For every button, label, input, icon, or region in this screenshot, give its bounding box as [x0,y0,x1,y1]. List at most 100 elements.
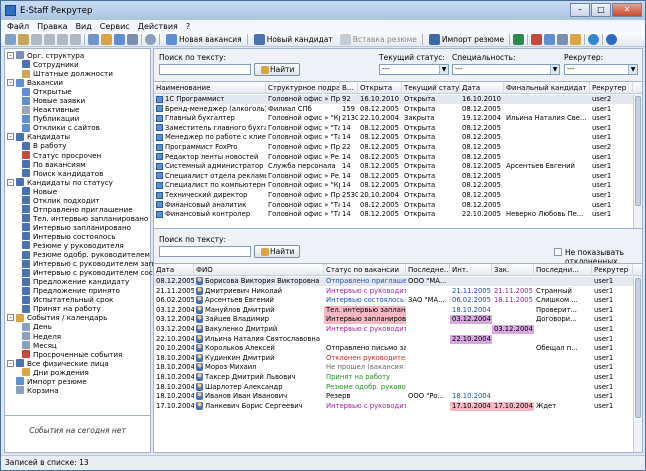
tree-item[interactable]: Предложение кандидату [22,277,129,286]
tree-item[interactable]: Интервью состоялось [22,232,115,241]
table-row[interactable]: Редактор ленты новостей Головной офис » Р… [154,153,642,162]
new-candidate-button[interactable]: Новый кандидат [250,33,336,46]
tree-item[interactable]: Интервью запланировано [22,223,131,232]
help-icon[interactable] [606,33,618,45]
table-row[interactable]: 22.10.2004 Ильина Наталия Святославовна 22… [154,334,642,344]
column-header[interactable]: Открыта [358,82,402,94]
tree-item[interactable]: - Кандидаты по статусу [7,178,113,187]
table-row[interactable]: 21.11.2005 Дмитриевич Николай Интервью с р… [154,286,642,296]
column-header[interactable]: Дата [460,82,504,94]
tree-item[interactable]: Неделя [22,332,61,341]
table-row[interactable]: 18.10.2004 Кудинкин Дмитрий Отклонен руков… [154,353,642,363]
column-header[interactable]: Рекрутер [592,264,633,276]
person-icon[interactable] [101,33,112,45]
tree-item[interactable]: Отклики с сайтов [22,123,100,132]
table-row[interactable]: Технический директор Головной офис » Пр..… [154,191,642,200]
menu-file[interactable]: Файл [3,22,33,31]
column-header[interactable]: Финальный кандидат [504,82,590,94]
table-row[interactable]: Финансовый контролер Головной офис » "Таг… [154,210,642,219]
tree-item[interactable]: Отправлено приглашение [22,205,133,214]
candidates-scroll-thumb[interactable] [635,278,641,418]
clock-icon[interactable] [145,33,156,45]
table-row[interactable]: Бренд-менеджер (алкоголь) Филиал СПб 159 08… [154,105,642,114]
vacancies-scroll-thumb[interactable] [635,96,641,206]
table-row[interactable]: Главный бухгалтер Головной офис » "Крылат… [154,114,642,123]
tree-item[interactable]: Месяц [22,341,57,350]
menu-edit[interactable]: Правка [33,22,71,31]
table-row[interactable]: 18.10.2004 Иванов Иван Иванович Резерв ООО … [154,392,642,401]
column-header[interactable]: Наименование [154,82,266,94]
insert-resume-button[interactable]: Вставка резюме [336,33,420,46]
table-row[interactable]: 18.10.2004 Шарлотер Александр Резюме одобр… [154,382,642,392]
tree-item[interactable]: - Вакансии [7,78,63,87]
table-row[interactable]: 20.10.2004 Корольков Алексей Отправлено пи… [154,344,642,353]
calendar-icon[interactable] [570,33,582,45]
expand-toggle[interactable]: - [7,133,14,141]
expand-toggle[interactable]: - [7,314,14,322]
menu-help[interactable]: ? [182,22,194,31]
tree-item[interactable]: По вакансиям [22,160,86,169]
table-row[interactable]: 03.12.2004 Зайцев Владимир Интервью заплан… [154,315,642,325]
tree-item[interactable]: Интервью с руководителем сост. [22,268,159,277]
grid-icon[interactable] [127,33,138,45]
column-header[interactable]: Последне... [406,264,450,276]
tree-item[interactable]: Испытательный срок [22,295,113,304]
tree-item[interactable]: - Все физические лица [7,359,109,368]
tree-item[interactable]: Отклик подходит [22,196,100,205]
column-header[interactable]: Зак. [492,264,534,276]
table-row[interactable]: Заместитель главного бухгалт...Головной … [154,124,642,133]
table-row[interactable]: 03.12.2004 Мануйлов Дмитрий Тел. интервью … [154,305,642,315]
vacancies-scrollbar[interactable] [633,94,642,228]
tree-item[interactable]: Неактивные [22,105,79,114]
table-row[interactable]: 1С Программист Головной офис » Пр... 92 16.… [154,95,642,104]
column-header[interactable]: Статус по вакансии [324,264,406,276]
tree-item[interactable]: Тел. интервью запланировано [22,214,148,223]
excel-icon[interactable] [513,33,525,45]
spec-filter-select[interactable]: --- ▼ [452,64,560,75]
minimize-button[interactable]: – [570,3,590,17]
tree-item[interactable]: Резюме у руководителя [22,241,124,250]
cand-search-input[interactable] [159,246,251,257]
import-resume-button[interactable]: Импорт резюме [425,33,507,46]
table-row[interactable]: 17.10.2004 Ланкевич Борис Сергеевич Интерв… [154,401,642,411]
column-header[interactable]: Инт. [450,264,492,276]
tree-item[interactable]: Открытые [22,87,72,96]
vac-search-input[interactable] [159,64,251,75]
column-header[interactable]: Структурное подраз... [266,82,340,94]
tree-item[interactable]: Импорт резюме [7,377,87,386]
table-row[interactable]: Системный администратор Служба персонала 1… [154,162,642,171]
tree-item[interactable]: Резюме одобр. руководителем [22,250,150,259]
tree-item[interactable]: Штатные должности [22,69,113,78]
expand-toggle[interactable]: - [7,51,14,59]
column-header[interactable]: Дата [154,264,194,276]
menu-actions[interactable]: Действия [134,22,182,31]
table-row[interactable]: 06.02.2005 Арсентьев Евгений Интервью сост… [154,296,642,305]
tree-item[interactable]: - Орг. структура [7,51,84,60]
tree-item[interactable]: Дни рождения [22,368,89,377]
cand-find-button[interactable]: Найти [254,245,301,258]
paste-icon[interactable] [57,33,68,45]
new-vacancy-button[interactable]: Новая вакансия [162,33,245,46]
expand-toggle[interactable]: - [7,79,14,87]
cut-icon[interactable] [31,33,42,45]
report-icon[interactable] [531,33,543,45]
table-row[interactable]: 08.12.2005 Борисова Виктория Викторовна От… [154,277,642,286]
table-row[interactable]: Специалист по компьютерной...Головной оф… [154,181,642,190]
tree-item[interactable]: Сотрудники [22,60,79,69]
hide-rejected-checkbox[interactable] [554,248,562,256]
column-header[interactable]: ФИО [194,264,324,276]
chart-icon[interactable] [544,33,556,45]
tree-item[interactable]: В работу [22,141,66,150]
table-row[interactable]: 18.10.2004 Таксер Дмитрий Львович Принят н… [154,373,642,382]
tree-item[interactable]: - События / календарь [7,313,107,322]
table-row[interactable]: Финансовый аналитик Головной офис » "Тага… [154,201,642,210]
table-row[interactable]: Менеджер по работе с клиент...Головной о… [154,133,642,142]
table-row[interactable]: Специалист отдела рекламы Головной офис »… [154,172,642,181]
folder-icon[interactable] [18,33,29,45]
column-header[interactable]: В... [340,82,358,94]
candidates-scrollbar[interactable] [633,276,642,452]
undo-icon[interactable] [70,33,81,45]
tree-item[interactable]: Публикации [22,114,79,123]
tree-item[interactable]: День [22,322,52,331]
tree-item[interactable]: Интервью с руководителем запл. [22,259,160,268]
